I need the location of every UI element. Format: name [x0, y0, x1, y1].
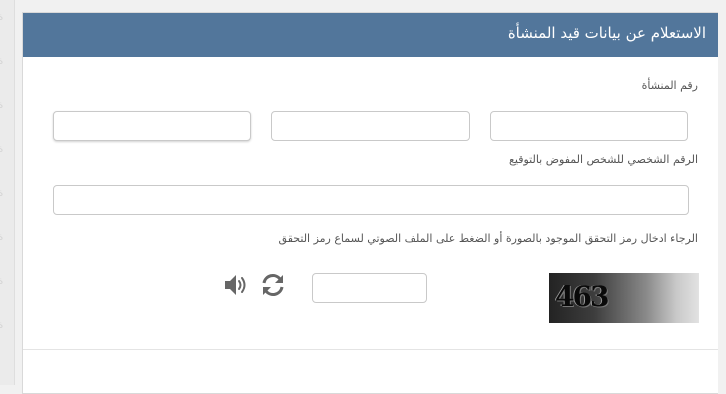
- delegate-id-field[interactable]: [53, 185, 689, 215]
- captcha-image: 463: [549, 273, 699, 323]
- panel-divider: [23, 349, 718, 350]
- speaker-icon[interactable]: [223, 272, 249, 302]
- inquiry-panel: الاستعلام عن بيانات قيد المنشأة رقم المن…: [22, 12, 718, 394]
- delegate-id-label: الرقم الشخصي للشخص المفوض بالتوقيع: [509, 153, 698, 166]
- establishment-number-part2-field[interactable]: [271, 111, 470, 141]
- left-edge-strip: ةةة ةةة ةة: [0, 0, 15, 385]
- establishment-number-part3-field[interactable]: [490, 111, 688, 141]
- captcha-code: 463: [555, 280, 609, 313]
- establishment-number-part1-field[interactable]: [53, 111, 251, 141]
- establishment-number-label: رقم المنشأة: [641, 79, 698, 92]
- refresh-icon[interactable]: [259, 272, 287, 302]
- page-title: الاستعلام عن بيانات قيد المنشأة: [507, 24, 706, 42]
- captcha-instruction: الرجاء ادخال رمز التحقق الموجود بالصورة …: [278, 232, 698, 245]
- captcha-input[interactable]: [312, 273, 427, 303]
- panel-header: الاستعلام عن بيانات قيد المنشأة: [23, 13, 718, 57]
